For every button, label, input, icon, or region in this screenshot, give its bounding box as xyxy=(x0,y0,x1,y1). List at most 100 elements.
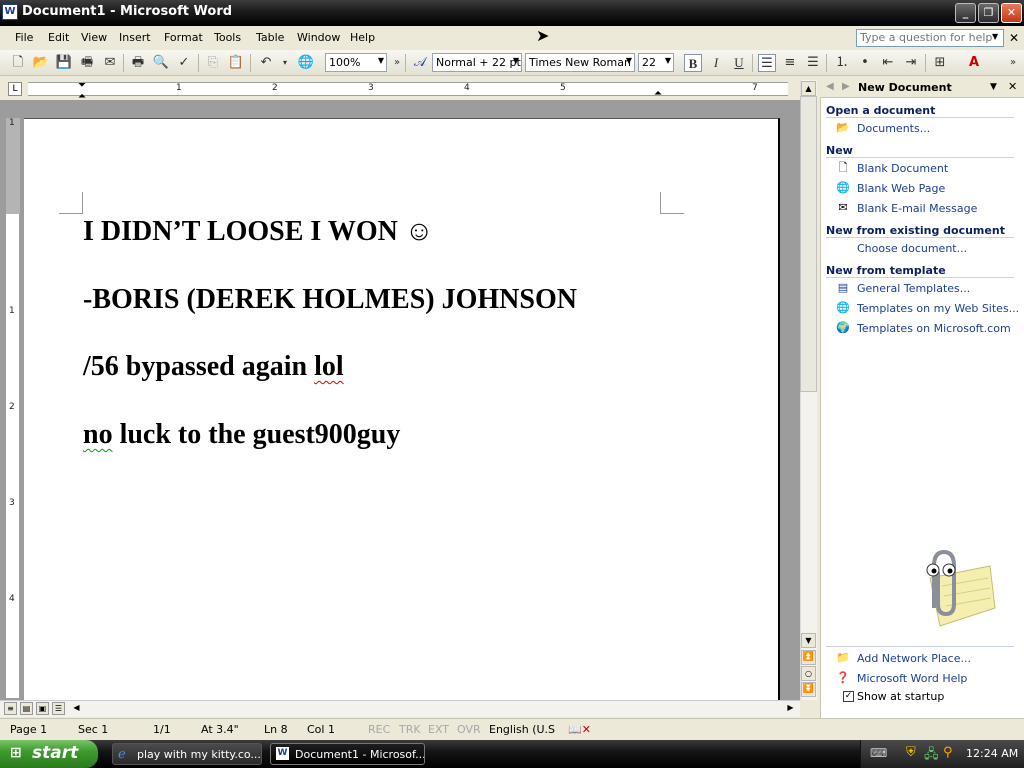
status-rec[interactable]: REC xyxy=(368,723,390,736)
print-icon[interactable]: 🖶 xyxy=(129,54,147,72)
browse-object-icon[interactable]: ○ xyxy=(801,666,816,681)
print-preview-icon[interactable]: 🔍 xyxy=(152,54,170,72)
horizontal-scrollbar[interactable] xyxy=(0,700,800,717)
previous-page-icon[interactable]: ⏫ xyxy=(801,650,816,665)
status-trk[interactable]: TRK xyxy=(399,723,421,736)
link-documents[interactable]: Documents... xyxy=(857,122,930,135)
style-combo[interactable]: Normal + 22 pt ▼ xyxy=(432,53,522,72)
menu-view[interactable]: View xyxy=(81,31,107,44)
network-icon[interactable]: 🖧 xyxy=(924,745,939,767)
menu-format[interactable]: Format xyxy=(164,31,203,44)
underline-button[interactable]: U xyxy=(730,54,748,72)
keyboard-icon[interactable]: ⌨ xyxy=(870,746,887,760)
bold-button[interactable]: B xyxy=(684,54,702,72)
copy-icon[interactable]: ⎘ xyxy=(204,54,222,72)
new-document-icon[interactable]: 🗋 xyxy=(9,54,27,72)
horizontal-ruler[interactable] xyxy=(28,82,788,96)
toolbar-options-icon[interactable]: » xyxy=(388,54,406,72)
normal-view-icon[interactable]: ≡ xyxy=(4,702,17,715)
increase-indent-icon[interactable]: ⇥ xyxy=(902,54,920,72)
borders-icon[interactable]: ⊞ xyxy=(931,54,949,72)
spelling-status-icon[interactable]: 📖✕ xyxy=(568,723,591,736)
search-icon[interactable]: ⚲ xyxy=(943,745,953,760)
restore-button[interactable]: ❐ xyxy=(978,3,999,23)
word-app-icon[interactable]: W xyxy=(2,4,18,20)
document-line-3[interactable]: /56 bypassed again lol xyxy=(83,351,344,383)
office-assistant-clippy[interactable] xyxy=(900,548,996,628)
document-page[interactable] xyxy=(24,118,780,700)
email-icon[interactable]: ✉ xyxy=(101,54,119,72)
scroll-left-icon[interactable]: ◀ xyxy=(70,702,83,715)
tab-selector-icon[interactable]: L xyxy=(8,82,22,96)
menu-window[interactable]: Window xyxy=(297,31,340,44)
link-add-network-place[interactable]: Add Network Place... xyxy=(857,652,971,665)
web-layout-view-icon[interactable]: ▤ xyxy=(20,702,33,715)
permission-icon[interactable]: 🖷 xyxy=(78,54,96,72)
link-blank-email[interactable]: Blank E-mail Message xyxy=(857,202,977,215)
paste-icon[interactable]: 📋 xyxy=(227,54,245,72)
italic-button[interactable]: I xyxy=(707,54,725,72)
numbering-icon[interactable]: ⒈ xyxy=(833,54,851,72)
menu-tools[interactable]: Tools xyxy=(214,31,241,44)
next-page-icon[interactable]: ⏬ xyxy=(801,682,816,697)
link-choose-document[interactable]: Choose document... xyxy=(857,242,967,255)
close-document-icon[interactable]: ✕ xyxy=(1009,31,1019,45)
zoom-combo[interactable]: 100% ▼ xyxy=(325,53,387,72)
help-search-input[interactable]: Type a question for help xyxy=(856,29,1004,47)
undo-dropdown-icon[interactable]: ▾ xyxy=(276,54,294,72)
link-word-help[interactable]: Microsoft Word Help xyxy=(857,672,967,685)
status-ext[interactable]: EXT xyxy=(428,723,449,736)
menu-table[interactable]: Table xyxy=(256,31,284,44)
font-color-icon[interactable]: A xyxy=(965,54,983,72)
font-size-combo[interactable]: 22 ▼ xyxy=(638,53,674,72)
grammar-error-word[interactable]: no xyxy=(83,419,113,450)
close-button[interactable]: ✕ xyxy=(1001,3,1022,23)
save-icon[interactable]: 💾 xyxy=(55,54,73,72)
security-shield-icon[interactable]: ⛨ xyxy=(906,745,916,760)
menu-help[interactable]: Help xyxy=(350,31,375,44)
align-left-icon[interactable]: ☰ xyxy=(758,54,776,72)
help-dropdown-icon[interactable]: ▼ xyxy=(992,32,998,41)
forward-arrow-icon[interactable]: ▶ xyxy=(842,81,850,92)
link-templates-microsoft[interactable]: Templates on Microsoft.com xyxy=(857,322,1011,335)
right-indent-marker[interactable]: ⏶ xyxy=(654,88,662,99)
document-line-4[interactable]: no luck to the guest900guy xyxy=(83,419,400,451)
back-arrow-icon[interactable]: ◀ xyxy=(826,81,834,92)
link-general-templates[interactable]: General Templates... xyxy=(857,282,970,295)
link-templates-web-sites[interactable]: Templates on my Web Sites... xyxy=(857,302,1019,315)
link-blank-web-page[interactable]: Blank Web Page xyxy=(857,182,945,195)
show-at-startup-checkbox[interactable]: ✓ xyxy=(843,691,854,702)
document-line-2[interactable]: -BORIS (DEREK HOLMES) JOHNSON xyxy=(83,284,577,316)
task-pane-close-icon[interactable]: ✕ xyxy=(1008,80,1017,93)
open-folder-icon[interactable]: 📂 xyxy=(32,54,50,72)
bullets-icon[interactable]: • xyxy=(856,54,874,72)
menu-file[interactable]: File xyxy=(15,31,33,44)
taskbar-item-word[interactable]: W Document1 - Microsof... xyxy=(270,743,425,765)
scroll-down-icon[interactable]: ▼ xyxy=(801,633,816,648)
vertical-scroll-thumb[interactable] xyxy=(800,96,817,392)
align-right-icon[interactable]: ☰ xyxy=(804,54,822,72)
decrease-indent-icon[interactable]: ⇤ xyxy=(879,54,897,72)
hyperlink-globe-icon[interactable]: 🌐 xyxy=(297,54,315,72)
status-ovr[interactable]: OVR xyxy=(457,723,481,736)
document-line-1[interactable]: I DIDN’T LOOSE I WON ☺ xyxy=(83,216,433,248)
first-line-indent-marker[interactable]: ⏷ xyxy=(78,80,86,91)
link-blank-document[interactable]: Blank Document xyxy=(857,162,948,175)
align-center-icon[interactable]: ≡ xyxy=(781,54,799,72)
font-combo[interactable]: Times New Roman ▼ xyxy=(525,53,635,72)
menu-edit[interactable]: Edit xyxy=(48,31,69,44)
reading-layout-view-icon[interactable]: ☰ xyxy=(52,702,65,715)
scroll-up-icon[interactable]: ▲ xyxy=(801,81,816,96)
toolbar-options-icon[interactable]: » xyxy=(1004,54,1022,72)
spelling-error-word[interactable]: lol xyxy=(314,351,344,382)
scroll-right-icon[interactable]: ▶ xyxy=(784,702,797,715)
minimize-button[interactable]: _ xyxy=(955,3,976,23)
spelling-icon[interactable]: ✓ xyxy=(175,54,193,72)
menu-insert[interactable]: Insert xyxy=(119,31,151,44)
start-button[interactable]: ⊞ start xyxy=(0,740,98,768)
undo-icon[interactable]: ↶ xyxy=(257,54,275,72)
print-layout-view-icon[interactable]: ▣ xyxy=(36,702,49,715)
styles-formatting-icon[interactable]: 𝒜 xyxy=(411,54,429,72)
task-pane-menu-icon[interactable]: ▼ xyxy=(990,82,997,92)
taskbar-item-browser[interactable]: ℯ play with my kitty.co... xyxy=(112,743,262,765)
